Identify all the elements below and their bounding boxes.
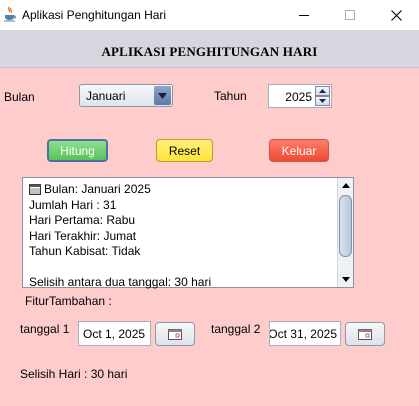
output-content: Bulan: Januari 2025 Jumlah Hari : 31 Har… (29, 182, 337, 291)
tanggal1-field[interactable]: Oct 1, 2025 (78, 321, 151, 346)
vertical-scrollbar[interactable] (337, 178, 353, 287)
close-button[interactable] (373, 0, 419, 30)
window-title: Aplikasi Penghitungan Hari (22, 8, 167, 22)
hitung-button[interactable]: Hitung (47, 139, 108, 162)
output-line: Tahun Kabisat: Tidak (29, 244, 141, 258)
output-line: Hari Terakhir: Jumat (29, 228, 137, 243)
minimize-icon (299, 15, 309, 16)
output-line: Jumlah Hari : 31 (29, 197, 117, 212)
minimize-button[interactable] (281, 0, 327, 30)
output-line: Hari Pertama: Rabu (29, 213, 136, 227)
tanggal1-label: tanggal 1 (20, 322, 70, 336)
page-title: APLIKASI PENGHITUNGAN HARI (101, 44, 318, 59)
output-line: Bulan: Januari 2025 (29, 182, 337, 198)
maximize-button[interactable] (327, 0, 373, 30)
scroll-down-icon[interactable] (338, 272, 353, 287)
title-bar: Aplikasi Penghitungan Hari (0, 0, 419, 30)
tanggal1-calendar-button[interactable] (155, 322, 195, 346)
calendar-icon (358, 328, 372, 340)
maximize-icon (345, 10, 355, 20)
tanggal2-label: tanggal 2 (211, 322, 261, 336)
spinner-up-icon[interactable] (315, 86, 330, 96)
bulan-combobox[interactable]: Januari (79, 84, 173, 107)
tanggal2-field[interactable]: Oct 31, 2025 (269, 321, 341, 346)
spinner-down-icon[interactable] (315, 96, 330, 106)
tahun-value[interactable]: 2025 (285, 90, 312, 104)
tanggal2-value[interactable]: Oct 31, 2025 (270, 327, 337, 341)
keluar-button[interactable]: Keluar (269, 139, 329, 162)
tahun-spinner[interactable]: 2025 (268, 84, 332, 108)
output-bulan: Bulan: Januari 2025 (44, 182, 151, 196)
tanggal1-value[interactable]: Oct 1, 2025 (83, 327, 145, 341)
fitur-tambahan-label: FiturTambahan : (25, 294, 112, 308)
selisih-hari-label: Selisih Hari : 30 hari (20, 367, 128, 381)
output-textarea[interactable]: Bulan: Januari 2025 Jumlah Hari : 31 Har… (22, 177, 354, 291)
java-cup-icon (3, 6, 17, 22)
close-icon (390, 9, 402, 21)
scroll-thumb[interactable] (339, 195, 352, 257)
chevron-down-icon[interactable] (154, 86, 171, 105)
bulan-label: Bulan (4, 90, 35, 104)
tahun-label: Tahun (214, 89, 247, 103)
reset-button[interactable]: Reset (156, 139, 213, 162)
scroll-up-icon[interactable] (338, 178, 353, 193)
output-line: Selisih antara dua tanggal: 30 hari (29, 275, 212, 289)
bulan-selected-value: Januari (86, 89, 126, 103)
calendar-icon (168, 328, 182, 340)
tanggal2-calendar-button[interactable] (345, 322, 385, 346)
